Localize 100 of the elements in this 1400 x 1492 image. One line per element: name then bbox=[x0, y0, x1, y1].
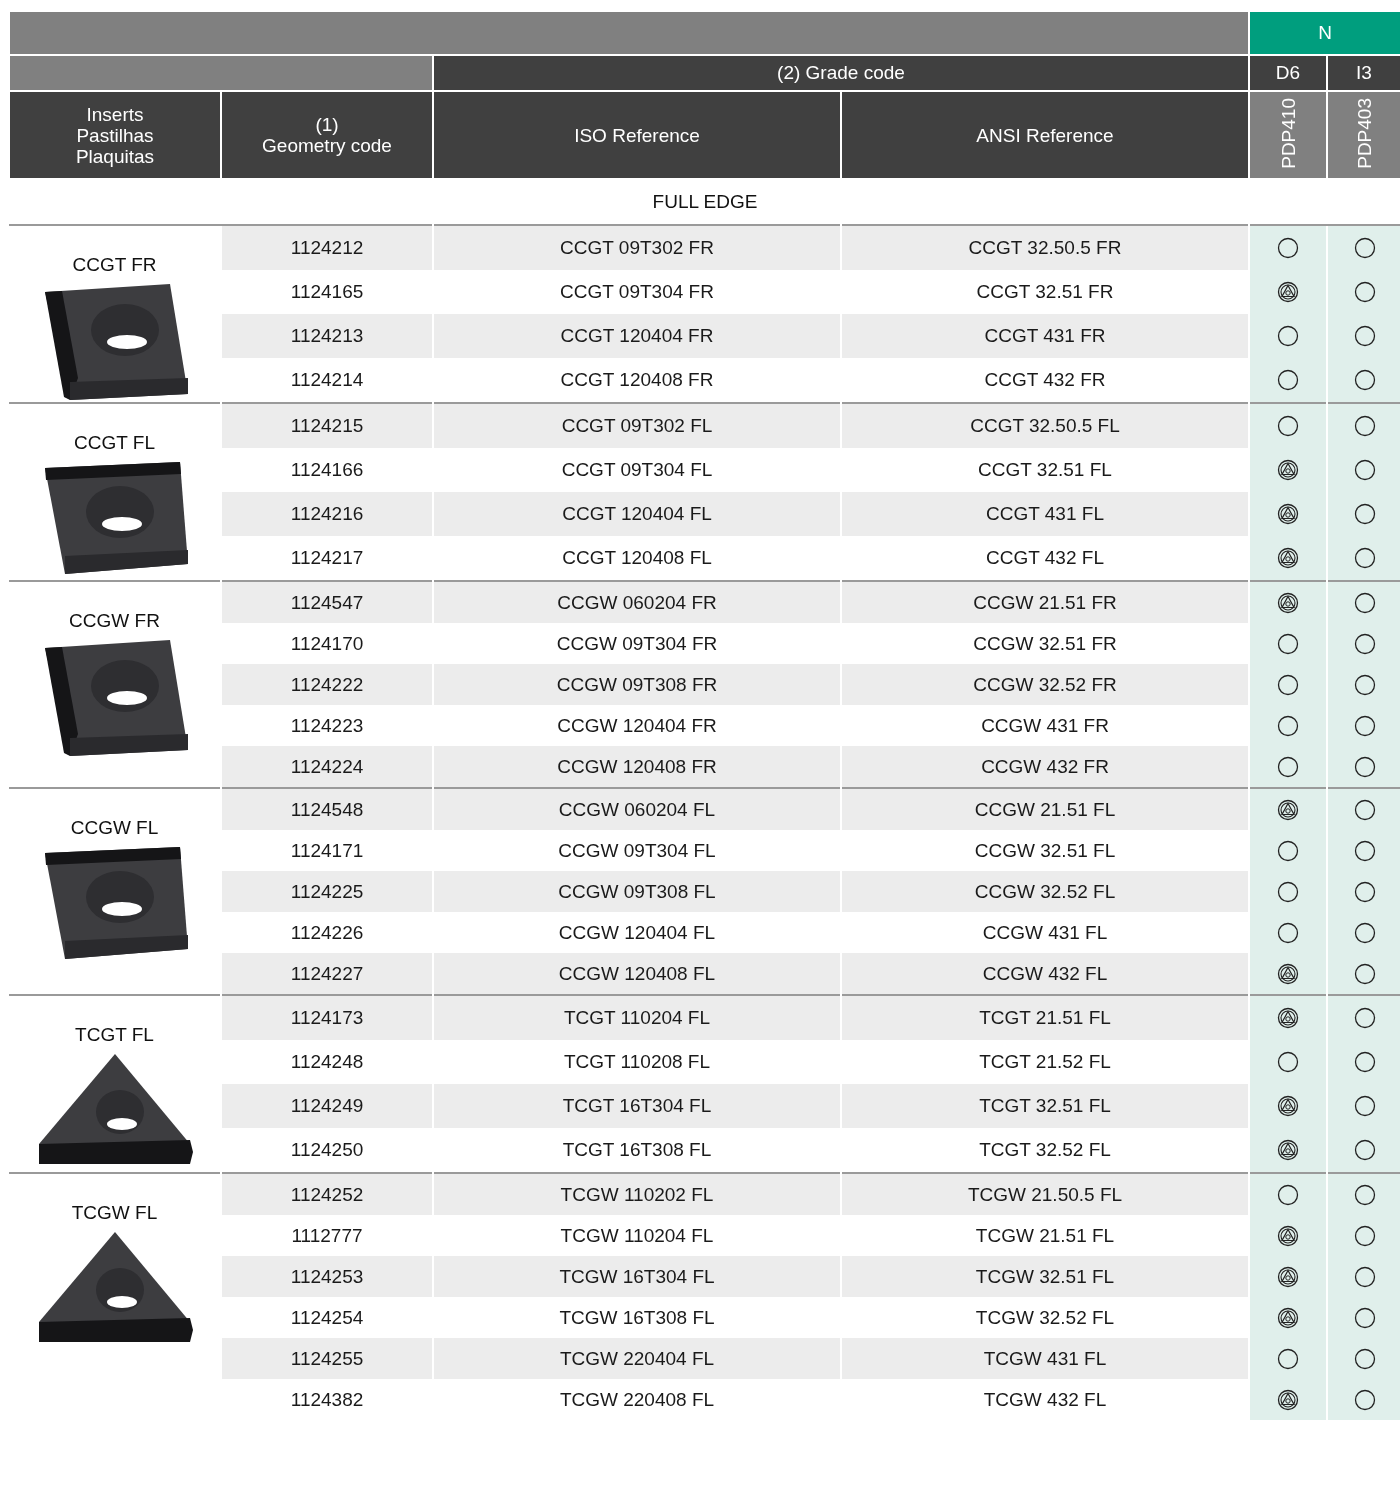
ansi-reference-cell: TCGW 21.50.5 FL bbox=[841, 1173, 1249, 1215]
ansi-reference-cell: CCGW 432 FR bbox=[841, 746, 1249, 788]
availability-circle-icon bbox=[1277, 1347, 1299, 1370]
availability-circle-icon bbox=[1277, 1051, 1299, 1073]
geometry-code-cell: 1124222 bbox=[221, 664, 433, 705]
availability-circle-icon bbox=[1277, 324, 1299, 347]
header-label: (1) bbox=[314, 114, 340, 135]
availability-circle-icon bbox=[1353, 1007, 1376, 1029]
availability-symbol-icon bbox=[1277, 546, 1299, 569]
availability-circle-icon bbox=[1353, 1224, 1376, 1247]
availability-symbol-icon bbox=[1277, 1007, 1299, 1029]
iso-reference-cell: CCGW 09T308 FR bbox=[433, 664, 841, 705]
availability-symbol-icon bbox=[1277, 1138, 1299, 1161]
iso-reference-cell: TCGT 110204 FL bbox=[433, 995, 841, 1041]
availability-circle-icon bbox=[1353, 368, 1376, 391]
geometry-code-cell: 1124173 bbox=[221, 995, 433, 1041]
availability-circle-icon bbox=[1353, 1306, 1376, 1329]
availability-circle-icon bbox=[1353, 1183, 1376, 1206]
availability-circle-icon bbox=[1353, 324, 1376, 347]
availability-circle-icon bbox=[1353, 798, 1376, 821]
availability-circle-icon bbox=[1277, 921, 1299, 944]
ansi-reference-cell: CCGT 32.50.5 FL bbox=[841, 403, 1249, 449]
availability-symbol-icon bbox=[1277, 1224, 1299, 1247]
header-label: Inserts bbox=[85, 103, 145, 125]
availability-circle-icon bbox=[1353, 459, 1376, 481]
availability-circle-icon bbox=[1277, 673, 1299, 696]
availability-circle-icon bbox=[1353, 714, 1376, 737]
availability-circle-icon bbox=[1277, 368, 1299, 391]
availability-symbol-icon bbox=[1277, 459, 1299, 481]
ansi-reference-cell: TCGW 431 FL bbox=[841, 1338, 1249, 1379]
availability-circle-icon bbox=[1353, 1138, 1376, 1161]
iso-reference-cell: TCGW 110202 FL bbox=[433, 1173, 841, 1215]
iso-reference-cell: CCGW 060204 FL bbox=[433, 788, 841, 830]
ansi-reference-cell: CCGT 431 FR bbox=[841, 314, 1249, 358]
availability-symbol-icon bbox=[1277, 962, 1299, 985]
availability-symbol-icon bbox=[1277, 281, 1299, 303]
availability-circle-icon bbox=[1277, 415, 1299, 437]
header-label: Pastilhas bbox=[75, 124, 155, 146]
ansi-reference-cell: CCGW 32.52 FR bbox=[841, 664, 1249, 705]
iso-reference-cell: CCGW 120408 FL bbox=[433, 953, 841, 995]
iso-reference-cell: CCGT 120404 FR bbox=[433, 314, 841, 358]
grade-header: PDP410 bbox=[1249, 91, 1327, 179]
availability-circle-icon bbox=[1353, 962, 1376, 985]
ansi-reference-cell: TCGT 32.51 FL bbox=[841, 1084, 1249, 1128]
geometry-code-cell: 1124548 bbox=[221, 788, 433, 830]
availability-circle-icon bbox=[1277, 237, 1299, 259]
iso-reference-cell: CCGT 120404 FL bbox=[433, 492, 841, 536]
geometry-code-cell: 1124212 bbox=[221, 225, 433, 271]
geometry-code-cell: 1124547 bbox=[221, 581, 433, 623]
insert-name: TCGT FL bbox=[74, 1024, 155, 1046]
availability-circle-icon bbox=[1353, 632, 1376, 655]
availability-circle-icon bbox=[1353, 921, 1376, 944]
grade-group-header: I3 bbox=[1327, 55, 1400, 91]
availability-circle-icon bbox=[1353, 502, 1376, 525]
availability-circle-icon bbox=[1277, 1183, 1299, 1206]
availability-circle-icon bbox=[1353, 1347, 1376, 1370]
geometry-code-cell: 1124225 bbox=[221, 871, 433, 912]
insert-name: TCGW FL bbox=[70, 1202, 159, 1224]
availability-circle-icon bbox=[1353, 1265, 1376, 1288]
availability-circle-icon bbox=[1353, 1388, 1376, 1411]
availability-circle-icon bbox=[1353, 1094, 1376, 1117]
availability-circle-icon bbox=[1353, 546, 1376, 569]
availability-symbol-icon bbox=[1277, 1265, 1299, 1288]
insert-name: CCGT FL bbox=[73, 432, 156, 454]
iso-reference-cell: CCGW 060204 FR bbox=[433, 581, 841, 623]
availability-circle-icon bbox=[1353, 673, 1376, 696]
availability-symbol-icon bbox=[1277, 502, 1299, 525]
geometry-code-cell: 1124213 bbox=[221, 314, 433, 358]
availability-circle-icon bbox=[1277, 755, 1299, 778]
availability-symbol-icon bbox=[1277, 1306, 1299, 1329]
iso-reference-cell: TCGT 16T304 FL bbox=[433, 1084, 841, 1128]
geometry-code-cell: 1124215 bbox=[221, 403, 433, 449]
iso-reference-cell: CCGT 09T302 FR bbox=[433, 225, 841, 271]
iso-reference-cell: CCGW 09T308 FL bbox=[433, 871, 841, 912]
availability-symbol-icon bbox=[1277, 591, 1299, 614]
availability-circle-icon bbox=[1353, 237, 1376, 259]
iso-reference-cell: TCGW 220404 FL bbox=[433, 1338, 841, 1379]
iso-reference-header: ISO Reference bbox=[433, 91, 841, 179]
header-label: Plaquitas bbox=[74, 145, 156, 167]
availability-circle-icon bbox=[1277, 714, 1299, 737]
availability-symbol-icon bbox=[1277, 798, 1299, 821]
grade-code-header: (2) Grade code bbox=[433, 55, 1249, 91]
availability-circle-icon bbox=[1353, 415, 1376, 437]
grade-header: PDP403 bbox=[1327, 91, 1400, 179]
ansi-reference-cell: CCGT 431 FL bbox=[841, 492, 1249, 536]
grade-group-header: D6 bbox=[1249, 55, 1327, 91]
geometry-code-cell: 1124249 bbox=[221, 1084, 433, 1128]
iso-reference-cell: CCGT 09T302 FL bbox=[433, 403, 841, 449]
insert-name: CCGT FR bbox=[71, 254, 158, 276]
iso-reference-cell: TCGW 16T304 FL bbox=[433, 1256, 841, 1297]
ansi-reference-cell: CCGW 21.51 FL bbox=[841, 788, 1249, 830]
availability-symbol-icon bbox=[1277, 1094, 1299, 1117]
insert-name: CCGW FL bbox=[69, 817, 160, 839]
geometry-code-cell: 1124252 bbox=[221, 1173, 433, 1215]
ansi-reference-cell: CCGW 32.52 FL bbox=[841, 871, 1249, 912]
iso-reference-cell: TCGW 220408 FL bbox=[433, 1379, 841, 1420]
ansi-reference-header: ANSI Reference bbox=[841, 91, 1249, 179]
availability-circle-icon bbox=[1353, 880, 1376, 903]
material-group-header: N bbox=[1249, 12, 1400, 55]
geometry-code-cell: 1124227 bbox=[221, 953, 433, 995]
